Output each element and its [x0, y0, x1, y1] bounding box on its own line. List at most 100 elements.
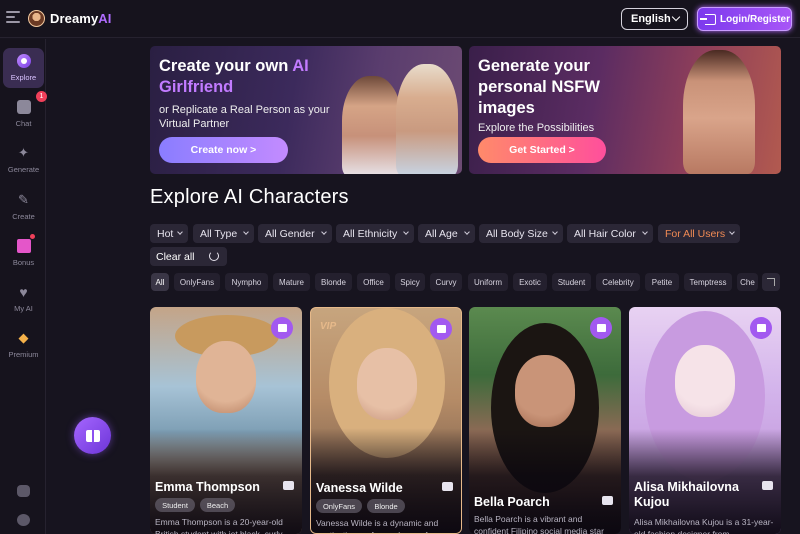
filter-ethnicity[interactable]: All Ethnicity: [336, 224, 414, 243]
bonus-dot-badge: [30, 234, 35, 239]
tag-nympho[interactable]: Nympho: [225, 273, 268, 291]
banner-title-text: Create your own: [159, 57, 293, 75]
section-title: Explore AI Characters: [150, 186, 349, 208]
character-tag: Blonde: [367, 499, 405, 513]
chevron-down-icon: [177, 229, 183, 235]
character-card-bella-poarch[interactable]: Bella Poarch Bella Poarch is a vibrant a…: [469, 307, 621, 534]
sidebar-item-label: Premium: [8, 350, 39, 359]
logo-icon[interactable]: [28, 10, 45, 27]
create-girlfriend-banner[interactable]: Create your own AI Girlfriend or Replica…: [150, 46, 462, 174]
character-card-emma-thompson[interactable]: Emma Thompson Student Beach Emma Thompso…: [150, 307, 302, 534]
sidebar-item-generate[interactable]: ✦ Generate: [3, 140, 44, 180]
menu-icon[interactable]: [6, 11, 20, 23]
login-label: Login/Register: [720, 13, 791, 25]
sidebar-item-create[interactable]: ✎ Create: [3, 187, 44, 227]
banner-model-image: [396, 64, 458, 174]
image-gallery-icon[interactable]: [271, 317, 293, 339]
character-card-vanessa-wilde[interactable]: VIP Vanessa Wilde OnlyFans Blonde Vaness…: [310, 307, 462, 534]
character-portrait: [357, 348, 417, 420]
heart-icon: ♥: [19, 284, 28, 300]
tag-mature[interactable]: Mature: [273, 273, 310, 291]
tag-blonde[interactable]: Blonde: [315, 273, 352, 291]
chevron-down-icon: [321, 229, 327, 235]
filter-gender[interactable]: All Gender: [258, 224, 332, 243]
tag-exotic[interactable]: Exotic: [513, 273, 547, 291]
tag-spicy[interactable]: Spicy: [395, 273, 425, 291]
sidebar-item-label: Generate: [7, 165, 40, 174]
filter-label: Hot: [157, 227, 174, 240]
sidebar-item-bonus[interactable]: Bonus: [3, 233, 44, 273]
gift-float-button[interactable]: [74, 417, 111, 454]
filter-label: All Type: [200, 227, 238, 240]
character-tag: Student: [155, 498, 195, 512]
sidebar-item-label: My AI: [14, 304, 33, 313]
sidebar-item-explore[interactable]: Explore: [3, 48, 44, 88]
tag-all[interactable]: All: [151, 273, 169, 291]
banner-model-image: [683, 50, 755, 174]
character-tag: Beach: [200, 498, 235, 512]
logo[interactable]: DreamyAI: [50, 11, 112, 26]
image-gallery-icon[interactable]: [430, 318, 452, 340]
filter-type[interactable]: All Type: [193, 224, 254, 243]
tag-uniform[interactable]: Uniform: [468, 273, 508, 291]
chat-icon[interactable]: [762, 481, 773, 490]
support-icon[interactable]: [17, 514, 30, 526]
filter-audience[interactable]: For All Users: [658, 224, 740, 243]
create-now-button[interactable]: Create now >: [159, 137, 288, 163]
filter-body-size[interactable]: All Body Size: [479, 224, 563, 243]
expand-tags-icon[interactable]: [762, 273, 780, 291]
character-name: Vanessa Wilde: [316, 481, 403, 495]
diamond-icon: ◆: [18, 330, 29, 345]
chevron-down-icon: [464, 229, 470, 235]
character-description: Alisa Mikhailovna Kujou is a 31-year-old…: [634, 517, 774, 534]
image-gallery-icon[interactable]: [750, 317, 772, 339]
tag-office[interactable]: Office: [357, 273, 390, 291]
login-register-button[interactable]: Login/Register: [697, 7, 792, 31]
banner-title-highlight: AI: [292, 57, 309, 75]
chevron-down-icon: [243, 229, 249, 235]
banner-subtitle: or Replicate a Real Person as your Virtu…: [159, 104, 330, 130]
generate-images-banner[interactable]: Generate your personal NSFW images Explo…: [469, 46, 781, 174]
chat-icon[interactable]: [283, 481, 294, 490]
character-portrait: [675, 345, 735, 417]
get-started-button[interactable]: Get Started >: [478, 137, 606, 163]
clear-all-label: Clear all: [156, 250, 195, 263]
logo-accent: AI: [98, 11, 112, 26]
refresh-icon: [209, 251, 219, 261]
filter-label: All Gender: [265, 227, 315, 240]
banner-title: Create your own AI Girlfriend: [159, 56, 309, 98]
character-tag: OnlyFans: [316, 499, 362, 513]
tag-petite[interactable]: Petite: [645, 273, 679, 291]
filter-sort[interactable]: Hot: [150, 224, 188, 243]
character-portrait: [515, 355, 575, 427]
chevron-down-icon: [552, 229, 558, 235]
banner-model-image: [342, 76, 402, 174]
tag-temptress[interactable]: Temptress: [684, 273, 732, 291]
tag-truncated[interactable]: Che: [737, 273, 758, 291]
sidebar-item-label: Chat: [15, 119, 32, 128]
tag-curvy[interactable]: Curvy: [430, 273, 462, 291]
character-card-alisa-kujou[interactable]: Alisa Mikhailovna Kujou Alisa Mikhailovn…: [629, 307, 781, 534]
sidebar-item-my-ai[interactable]: ♥ My AI: [3, 279, 44, 319]
tag-student[interactable]: Student: [552, 273, 591, 291]
discord-icon[interactable]: [17, 485, 30, 497]
image-gallery-icon[interactable]: [590, 317, 612, 339]
sidebar-item-premium[interactable]: ◆ Premium: [3, 325, 44, 365]
chat-icon[interactable]: [602, 496, 613, 505]
filter-label: All Age: [425, 227, 458, 240]
filter-hair-color[interactable]: All Hair Color: [567, 224, 653, 243]
tag-onlyfans[interactable]: OnlyFans: [174, 273, 220, 291]
sidebar-item-label: Bonus: [12, 258, 35, 267]
banner-title: Generate your personal NSFW images: [478, 57, 600, 117]
filter-age[interactable]: All Age: [418, 224, 475, 243]
top-header: DreamyAI English Login/Register: [0, 0, 800, 38]
character-name: Emma Thompson: [155, 480, 260, 494]
filter-label: All Body Size: [486, 227, 548, 240]
gift-icon: [16, 239, 31, 253]
sidebar-item-label: Create: [12, 212, 35, 221]
tag-celebrity[interactable]: Celebrity: [596, 273, 640, 291]
chat-icon[interactable]: [442, 482, 453, 491]
filter-label: All Ethnicity: [343, 227, 398, 240]
clear-all-button[interactable]: Clear all: [150, 247, 227, 266]
language-select[interactable]: English: [621, 8, 688, 30]
